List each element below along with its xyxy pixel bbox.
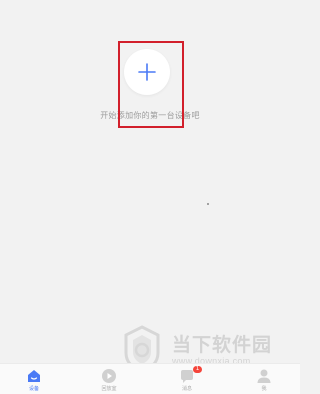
bottom-tab-bar: 设备 回放室 1 消息 我: [0, 363, 300, 394]
app-screen: 开始添加你的第一台设备吧 当下软件园 www.downxia.com 设备 回放…: [0, 0, 300, 394]
tab-label: 回放室: [101, 386, 117, 392]
tab-me[interactable]: 我: [234, 366, 294, 394]
add-device-button[interactable]: [124, 49, 170, 95]
tab-devices[interactable]: 设备: [4, 366, 64, 394]
stray-dot: [207, 203, 209, 205]
empty-state-hint: 开始添加你的第一台设备吧: [100, 111, 200, 120]
home-icon: [28, 370, 40, 382]
tab-label: 设备: [28, 386, 39, 392]
unread-badge: 1: [193, 366, 202, 373]
tab-messages[interactable]: 1 消息: [157, 366, 217, 394]
tab-label: 我: [261, 386, 267, 392]
tab-playback-room[interactable]: 回放室: [79, 366, 139, 394]
watermark-title: 当下软件园: [172, 335, 273, 356]
tab-label: 消息: [181, 386, 192, 392]
profile-icon: [257, 369, 271, 383]
plus-icon: [138, 63, 156, 81]
playback-icon: [102, 369, 116, 383]
